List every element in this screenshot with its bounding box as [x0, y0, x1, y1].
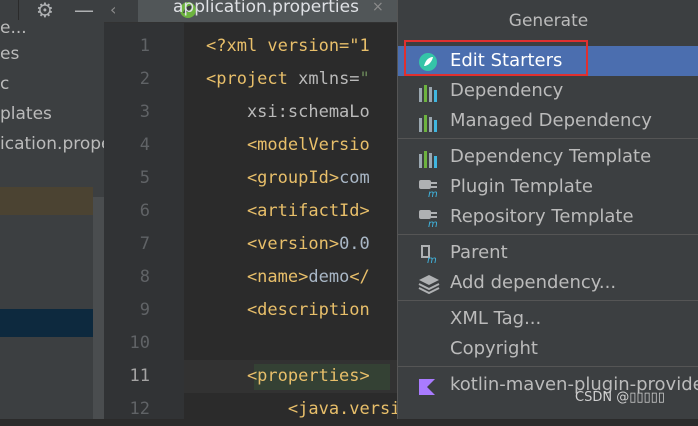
- code-line: <groupId>com: [206, 162, 370, 195]
- code-token: demo: [308, 267, 350, 287]
- menu-item-managed-dependency[interactable]: Managed Dependency: [398, 106, 698, 136]
- code-token: ": [359, 69, 370, 89]
- line-number: 2: [139, 69, 150, 89]
- tab-application-properties[interactable]: application.properties ×: [138, 0, 404, 22]
- maven-bars-icon: [418, 148, 438, 168]
- maven-plugin-icon: m: [418, 208, 438, 230]
- toolbar-divider: [18, 0, 19, 20]
- menu-separator: [398, 138, 698, 139]
- menu-item-dependency-template[interactable]: Dependency Template: [398, 142, 698, 172]
- line-number: 11: [129, 366, 150, 386]
- svg-text:m: m: [428, 219, 438, 228]
- code-token: 0.0: [339, 234, 370, 254]
- code-token: com: [339, 168, 370, 188]
- tree-highlight: [0, 187, 93, 215]
- watermark: CSDN @▯▯▯▯▯: [575, 390, 665, 405]
- code-token: xsi:schemaLo: [206, 102, 370, 122]
- code-token: xmlns=: [298, 69, 360, 89]
- menu-item-plugin-template[interactable]: m Plugin Template: [398, 172, 698, 202]
- code-token: <artifactId>: [206, 201, 370, 221]
- svg-text:m: m: [427, 255, 437, 264]
- menu-separator: [398, 366, 698, 367]
- project-toolbar: ⚙ —: [0, 0, 104, 22]
- code-token: <properties>: [206, 366, 370, 386]
- menu-item-dependency[interactable]: Dependency: [398, 76, 698, 106]
- code-line: xsi:schemaLo: [206, 96, 370, 129]
- menu-item-parent[interactable]: m Parent: [398, 238, 698, 268]
- menu-item-repository-template[interactable]: m Repository Template: [398, 202, 698, 232]
- project-panel: e... es c plates ication.prope: [0, 0, 104, 419]
- menu-item-label: Plugin Template: [450, 176, 593, 197]
- code-token: <?xml version="1: [206, 36, 370, 56]
- kotlin-icon: [418, 376, 438, 395]
- code-line: <?xml version="1: [206, 30, 370, 63]
- code-line: <version>0.0: [206, 228, 370, 261]
- menu-item-label: XML Tag...: [450, 308, 542, 329]
- menu-item-label: Dependency: [450, 80, 564, 101]
- menu-separator: [398, 234, 698, 235]
- minimize-icon[interactable]: —: [74, 0, 94, 22]
- code-token: <groupId>: [206, 168, 340, 188]
- menu-item-label: Copyright: [450, 338, 538, 359]
- line-number: 3: [139, 102, 150, 122]
- code-line: <properties>: [206, 360, 370, 393]
- line-number: 7: [139, 234, 150, 254]
- menu-item-label: Add dependency...: [450, 272, 617, 293]
- svg-text:m: m: [428, 189, 438, 198]
- code-token: </: [349, 267, 370, 287]
- line-number: 9: [139, 300, 150, 320]
- gear-icon[interactable]: ⚙: [36, 0, 54, 22]
- code-token: <project: [206, 69, 299, 89]
- code-line: <name>demo</: [206, 261, 370, 294]
- tree-item[interactable]: c: [0, 70, 9, 98]
- code-line: <description: [206, 294, 370, 327]
- line-number: 12: [129, 399, 150, 419]
- tree-item[interactable]: plates: [0, 100, 52, 128]
- layers-icon: [418, 274, 440, 295]
- menu-item-label: Managed Dependency: [450, 110, 652, 131]
- chevron-left-icon[interactable]: ‹: [110, 0, 116, 19]
- tree-item[interactable]: ication.prope: [0, 130, 104, 158]
- line-number: 8: [139, 267, 150, 287]
- menu-item-copyright[interactable]: Copyright: [398, 334, 698, 364]
- menu-item-label: Dependency Template: [450, 146, 652, 167]
- line-number: 1: [139, 36, 150, 56]
- code-token: <description: [206, 300, 370, 320]
- menu-item-label: Parent: [450, 242, 508, 263]
- tree-scrollbar[interactable]: [93, 197, 104, 419]
- line-number-gutter: 1 2 3 4 5 6 7 8 9 10 11 12: [104, 23, 204, 419]
- line-number: 4: [139, 135, 150, 155]
- maven-bars-icon: [418, 82, 438, 102]
- popup-title: Generate: [508, 11, 589, 31]
- line-number: 10: [129, 333, 150, 353]
- line-number: 5: [139, 168, 150, 188]
- code-line: <modelVersio: [206, 129, 370, 162]
- maven-plugin-icon: m: [418, 178, 438, 200]
- maven-parent-icon: m: [418, 244, 438, 266]
- code-token: <name>: [206, 267, 309, 287]
- tab-label: application.properties: [173, 0, 359, 17]
- menu-item-add-dependency[interactable]: Add dependency...: [398, 268, 698, 298]
- code-line: <project xmlns=": [206, 63, 370, 96]
- annotation-highlight-box: [404, 40, 588, 76]
- line-number: 6: [139, 201, 150, 221]
- tree-item[interactable]: es: [0, 40, 19, 68]
- code-line: <artifactId>: [206, 195, 370, 228]
- tree-selection: [0, 309, 93, 337]
- code-token: <version>: [206, 234, 340, 254]
- menu-item-xml-tag[interactable]: XML Tag...: [398, 304, 698, 334]
- close-icon[interactable]: ×: [372, 0, 384, 15]
- menu-item-label: Repository Template: [450, 206, 634, 227]
- maven-bars-icon: [418, 112, 438, 132]
- editor-tab-bar: ‹ application.properties ×: [104, 0, 404, 23]
- menu-separator: [398, 300, 698, 301]
- code-token: <modelVersio: [206, 135, 370, 155]
